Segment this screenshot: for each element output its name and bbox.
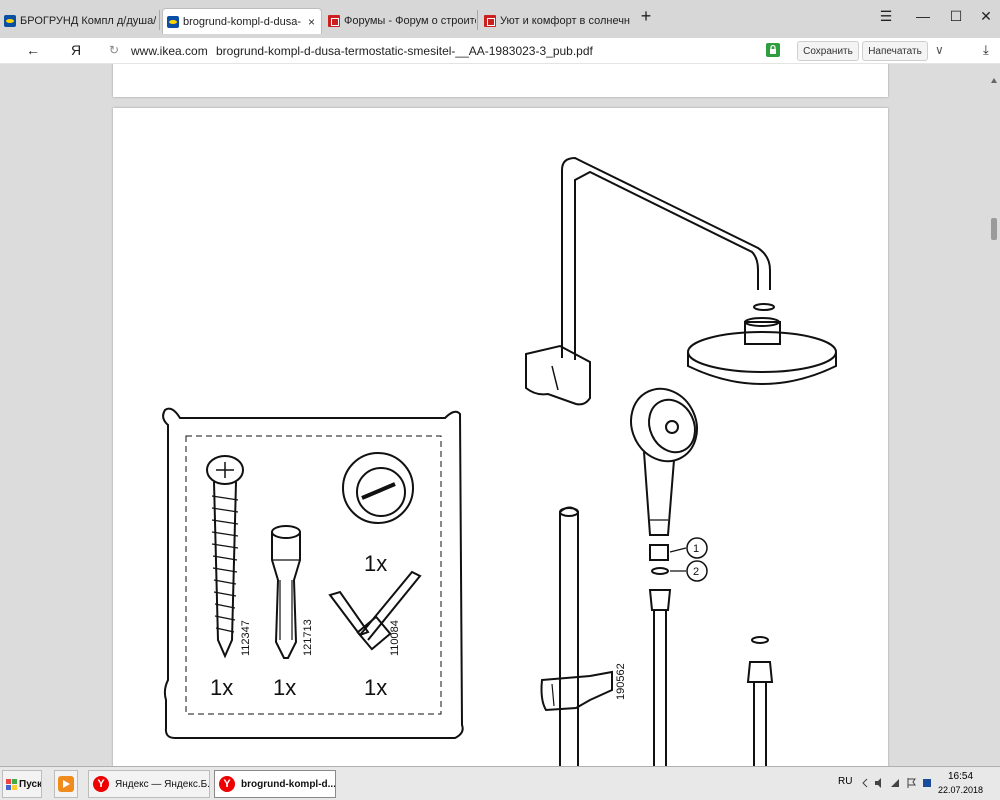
maximize-button[interactable]: ☐ — [946, 8, 966, 25]
scroll-up-icon[interactable] — [991, 72, 997, 83]
scroll-thumb[interactable] — [991, 218, 997, 240]
shower-rail-upper-icon — [525, 156, 771, 406]
pdf-viewer[interactable]: 112347 121713 110084 190562 1x 1x 1x 1x … — [0, 64, 1000, 766]
callout-number-2: 2 — [693, 566, 699, 578]
forum-icon — [328, 15, 340, 27]
ikea-icon — [4, 15, 16, 27]
part-id-allen-key: 110084 — [389, 620, 401, 656]
start-label: Пуск — [19, 778, 42, 790]
save-button[interactable]: Сохранить — [797, 41, 859, 61]
url-domain[interactable]: www.ikea.com — [131, 44, 208, 58]
ikea-icon — [167, 15, 179, 28]
menu-icon[interactable]: ☰ — [876, 8, 896, 25]
quantity-label-plug: 1x — [273, 675, 296, 700]
tab-label: Форумы - Форум о строите — [344, 15, 476, 27]
chevron-down-icon[interactable]: ∨ — [935, 43, 944, 57]
tab-forum[interactable]: Форумы - Форум о строите — [324, 8, 476, 34]
tab-separator — [159, 10, 160, 30]
taskbar-item-label: Яндекс — Яндекс.Б... — [115, 778, 210, 790]
clock-date[interactable]: 22.07.2018 — [938, 785, 983, 795]
pdf-page-previous — [113, 64, 888, 97]
hardware-bag-outline — [162, 407, 464, 739]
cap-ring-icon — [342, 452, 414, 524]
back-arrow-icon[interactable]: ← — [26, 42, 40, 58]
yandex-browser-icon: Y — [219, 776, 235, 792]
forum-icon — [484, 15, 496, 27]
quantity-label-key: 1x — [364, 675, 387, 700]
tab-brogrund-pdf[interactable]: brogrund-kompl-d-dusa- × — [162, 8, 322, 34]
volume-icon[interactable] — [874, 778, 884, 788]
flag-icon[interactable] — [906, 778, 916, 788]
part-id-wall-plug: 121713 — [302, 619, 314, 656]
taskbar-item-brogrund[interactable]: Y brogrund-kompl-d... — [214, 770, 336, 798]
quantity-label-screw: 1x — [210, 675, 233, 700]
tab-brogrund-catalog[interactable]: БРОГРУНД Компл д/душа/ — [0, 8, 158, 34]
slide-rail-lower-icon — [540, 506, 613, 766]
pdf-page: 112347 121713 110084 190562 1x 1x 1x 1x … — [113, 108, 888, 766]
taskbar-item-label: brogrund-kompl-d... — [241, 778, 336, 790]
start-button[interactable]: Пуск — [2, 770, 42, 798]
scrollbar[interactable] — [988, 64, 1000, 766]
network-icon[interactable] — [890, 778, 900, 788]
address-bar: ← Я ↻ www.ikea.com brogrund-kompl-d-dusa… — [0, 38, 1000, 64]
callout-number-1: 1 — [693, 543, 699, 555]
close-window-button[interactable]: ✕ — [976, 8, 996, 25]
lock-icon[interactable] — [766, 43, 780, 57]
url-path[interactable]: brogrund-kompl-d-dusa-termostatic-smesit… — [216, 44, 593, 58]
assembly-diagram: 112347 121713 110084 190562 1x 1x 1x 1x … — [162, 156, 837, 766]
download-icon[interactable]: ⤓ — [983, 42, 989, 58]
yandex-logo-icon[interactable]: Я — [71, 42, 81, 58]
reload-icon[interactable]: ↻ — [109, 43, 119, 57]
tab-bar: БРОГРУНД Компл д/душа/ brogrund-kompl-d-… — [0, 0, 1000, 38]
part-id-slide-rail: 190562 — [615, 663, 627, 700]
part-id-screw: 112347 — [240, 620, 252, 656]
tab-label: БРОГРУНД Компл д/душа/ — [20, 15, 157, 27]
tray-app-icon[interactable] — [922, 778, 932, 788]
tab-label: brogrund-kompl-d-dusa- — [183, 15, 301, 28]
new-tab-button[interactable]: + — [636, 6, 656, 27]
play-icon — [58, 776, 74, 792]
chevron-left-icon[interactable] — [862, 778, 868, 788]
windows-flag-icon — [6, 778, 17, 790]
hose-icon — [648, 589, 774, 766]
taskbar-item-yandex[interactable]: Y Яндекс — Яндекс.Б... — [88, 770, 210, 798]
tab-label: Уют и комфорт в солнечно — [500, 15, 630, 27]
minimize-button[interactable]: — — [913, 8, 933, 24]
yandex-browser-icon: Y — [93, 776, 109, 792]
clock-time[interactable]: 16:54 — [948, 771, 973, 782]
screw-icon — [206, 455, 244, 659]
wall-plug-icon — [271, 525, 301, 659]
hand-shower-icon — [630, 387, 698, 536]
allen-key-icon — [328, 570, 422, 651]
close-tab-icon[interactable]: × — [308, 15, 315, 29]
tab-comfort[interactable]: Уют и комфорт в солнечно — [480, 8, 630, 34]
language-indicator[interactable]: RU — [838, 776, 852, 787]
print-button[interactable]: Напечатать — [862, 41, 928, 61]
shower-head-icon — [687, 303, 837, 385]
system-tray — [862, 778, 932, 790]
tab-separator — [477, 10, 478, 30]
media-player-button[interactable] — [54, 770, 78, 798]
quantity-label-cap: 1x — [364, 551, 387, 576]
taskbar: Пуск Y Яндекс — Яндекс.Б... Y brogrund-k… — [0, 766, 1000, 800]
